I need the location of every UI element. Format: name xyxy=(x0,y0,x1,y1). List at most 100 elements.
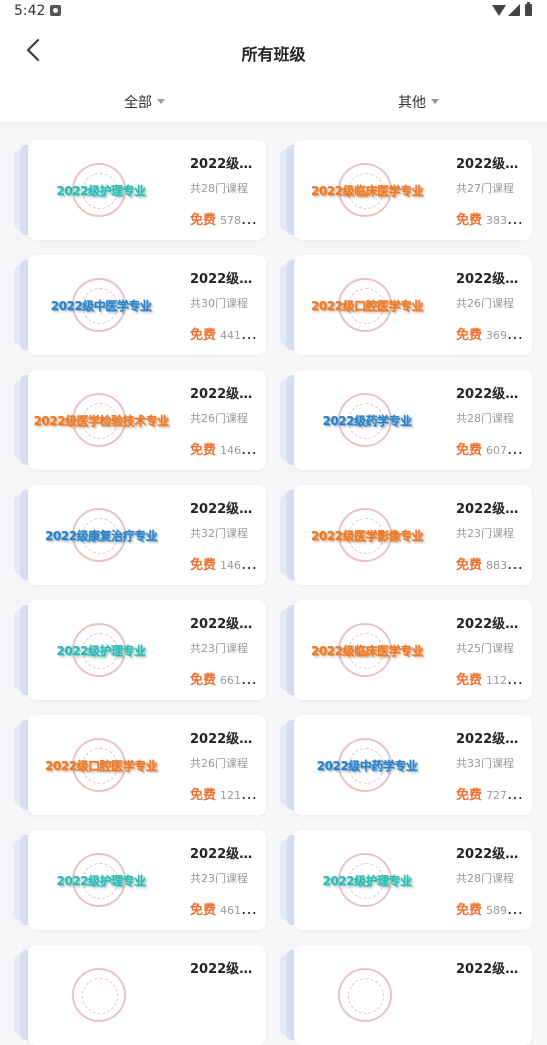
class-title[interactable]: 2022级口... xyxy=(190,728,258,747)
price-row: 免费589人... xyxy=(456,899,524,918)
class-title[interactable]: 2022级康... xyxy=(190,498,258,517)
class-card[interactable]: 2022级护理专业 2022级护... 共23门课程 免费661人... xyxy=(14,600,266,700)
class-thumbnail[interactable]: 2022级中药学专业 xyxy=(294,715,440,815)
class-thumbnail[interactable] xyxy=(294,945,440,1045)
class-info: 2022级口... 共26门课程 免费1219... xyxy=(190,728,258,803)
course-count: 共27门课程 xyxy=(456,182,514,195)
class-title[interactable]: 2022级护... xyxy=(190,153,258,172)
class-thumbnail[interactable]: 2022级口腔医学专业 xyxy=(28,715,174,815)
class-title[interactable]: 2022级医... xyxy=(456,498,524,517)
class-card[interactable]: 2022级中... xyxy=(280,945,532,1045)
card-body[interactable]: 2022级医学检验技术专业 2022级医... 共26门课程 免费1465... xyxy=(28,370,266,470)
thumbnail-title: 2022级护理专业 xyxy=(56,644,146,658)
card-body[interactable]: 2022级护理专业 2022级护... 共23门课程 免费461人... xyxy=(28,830,266,930)
class-card[interactable]: 2022级中... xyxy=(14,945,266,1045)
card-body[interactable]: 2022级护理专业 2022级护... 共28门课程 免费5786... xyxy=(28,140,266,240)
class-thumbnail[interactable]: 2022级康复治疗专业 xyxy=(28,485,174,585)
class-info: 2022级康... 共32门课程 免费1468... xyxy=(190,498,258,573)
class-thumbnail[interactable]: 2022级护理专业 xyxy=(294,830,440,930)
class-thumbnail[interactable]: 2022级护理专业 xyxy=(28,830,174,930)
class-card[interactable]: 2022级康复治疗专业 2022级康... 共32门课程 免费1468... xyxy=(14,485,266,585)
class-thumbnail[interactable]: 2022级医学影像专业 xyxy=(294,485,440,585)
filter-other-dropdown[interactable]: 其他 xyxy=(398,92,439,112)
class-card[interactable]: 2022级临床医学专业 2022级临... 共27门课程 免费3839... xyxy=(280,140,532,240)
card-body[interactable]: 2022级口腔医学专业 2022级口... 共26门课程 免费3695... xyxy=(294,255,532,355)
class-title[interactable]: 2022级中... xyxy=(456,958,524,977)
class-thumbnail[interactable]: 2022级临床医学专业 xyxy=(294,140,440,240)
class-card[interactable]: 2022级临床医学专业 2022级临... 共25门课程 免费1121... xyxy=(280,600,532,700)
price-label: 免费 xyxy=(190,328,217,343)
class-title[interactable]: 2022级护... xyxy=(456,843,524,862)
class-card[interactable]: 2022级医学影像专业 2022级医... 共23门课程 免费883人... xyxy=(280,485,532,585)
class-thumbnail[interactable]: 2022级口腔医学专业 xyxy=(294,255,440,355)
class-thumbnail[interactable]: 2022级药学专业 xyxy=(294,370,440,470)
class-thumbnail[interactable]: 2022级临床医学专业 xyxy=(294,600,440,700)
card-body[interactable]: 2022级口腔医学专业 2022级口... 共26门课程 免费1219... xyxy=(28,715,266,815)
class-title[interactable]: 2022级护... xyxy=(190,613,258,632)
thumbnail-title: 2022级口腔医学专业 xyxy=(311,299,423,313)
card-body[interactable]: 2022级中药学专业 2022级中... 共33门课程 免费727人... xyxy=(294,715,532,815)
class-card[interactable]: 2022级中医学专业 2022级中... 共30门课程 免费4411... xyxy=(14,255,266,355)
price-label: 免费 xyxy=(456,558,483,573)
class-card[interactable]: 2022级医学检验技术专业 2022级医... 共26门课程 免费1465... xyxy=(14,370,266,470)
status-time: 5:42 xyxy=(14,3,46,19)
card-body[interactable]: 2022级护理专业 2022级护... 共28门课程 免费589人... xyxy=(294,830,532,930)
learner-count: 727人... xyxy=(486,789,524,802)
card-body[interactable]: 2022级临床医学专业 2022级临... 共25门课程 免费1121... xyxy=(294,600,532,700)
class-title[interactable]: 2022级临... xyxy=(456,613,524,632)
card-body[interactable]: 2022级中医学专业 2022级中... 共30门课程 免费4411... xyxy=(28,255,266,355)
course-count: 共23门课程 xyxy=(456,527,514,540)
thumbnail-title: 2022级护理专业 xyxy=(56,184,146,198)
learner-count: 607人... xyxy=(486,444,524,457)
class-thumbnail[interactable]: 2022级护理专业 xyxy=(28,600,174,700)
card-body[interactable]: 2022级药学专业 2022级药... 共28门课程 免费607人... xyxy=(294,370,532,470)
class-title[interactable]: 2022级中... xyxy=(190,268,258,287)
card-body[interactable]: 2022级临床医学专业 2022级临... 共27门课程 免费3839... xyxy=(294,140,532,240)
class-card[interactable]: 2022级口腔医学专业 2022级口... 共26门课程 免费1219... xyxy=(14,715,266,815)
card-body[interactable]: 2022级中... xyxy=(294,945,532,1045)
class-thumbnail[interactable]: 2022级医学检验技术专业 xyxy=(28,370,174,470)
class-title[interactable]: 2022级临... xyxy=(456,153,524,172)
class-title[interactable]: 2022级中... xyxy=(456,728,524,747)
learner-count: 661人... xyxy=(220,674,258,687)
thumbnail-title: 2022级康复治疗专业 xyxy=(45,529,157,543)
class-thumbnail[interactable]: 2022级中医学专业 xyxy=(28,255,174,355)
class-card[interactable]: 2022级护理专业 2022级护... 共28门课程 免费5786... xyxy=(14,140,266,240)
class-info: 2022级口... 共26门课程 免费3695... xyxy=(456,268,524,343)
card-body[interactable]: 2022级康复治疗专业 2022级康... 共32门课程 免费1468... xyxy=(28,485,266,585)
price-row: 免费607人... xyxy=(456,439,524,458)
class-thumbnail[interactable]: 2022级护理专业 xyxy=(28,140,174,240)
learner-count: 1219... xyxy=(220,789,258,802)
class-info: 2022级护... 共28门课程 免费5786... xyxy=(190,153,258,228)
class-thumbnail[interactable] xyxy=(28,945,174,1045)
caret-down-icon xyxy=(431,98,439,104)
learner-count: 1465... xyxy=(220,444,258,457)
learner-count: 3839... xyxy=(486,214,524,227)
class-card[interactable]: 2022级药学专业 2022级药... 共28门课程 免费607人... xyxy=(280,370,532,470)
class-card[interactable]: 2022级口腔医学专业 2022级口... 共26门课程 免费3695... xyxy=(280,255,532,355)
class-title[interactable]: 2022级医... xyxy=(190,383,258,402)
price-row: 免费 1468... xyxy=(190,554,258,573)
class-info: 2022级临... 共27门课程 免费3839... xyxy=(456,153,524,228)
class-card[interactable]: 2022级护理专业 2022级护... 共23门课程 免费461人... xyxy=(14,830,266,930)
card-body[interactable]: 2022级中... xyxy=(28,945,266,1045)
price-label: 免费 xyxy=(456,328,483,343)
card-body[interactable]: 2022级医学影像专业 2022级医... 共23门课程 免费883人... xyxy=(294,485,532,585)
thumbnail-title: 2022级口腔医学专业 xyxy=(45,759,157,773)
price-row: 免费727人... xyxy=(456,784,524,803)
class-card[interactable]: 2022级中药学专业 2022级中... 共33门课程 免费727人... xyxy=(280,715,532,815)
price-row: 免费461人... xyxy=(190,899,258,918)
class-title[interactable]: 2022级护... xyxy=(190,843,258,862)
price-label: 免费 xyxy=(190,788,217,803)
top-bar: 所有班级 全部 其他 xyxy=(0,24,547,122)
class-title[interactable]: 2022级中... xyxy=(190,958,258,977)
price-row xyxy=(456,990,524,1009)
class-card[interactable]: 2022级护理专业 2022级护... 共28门课程 免费589人... xyxy=(280,830,532,930)
price-row: 免费 1121... xyxy=(456,669,524,688)
learner-count: 883人... xyxy=(486,559,524,572)
price-row: 免费661人... xyxy=(190,669,258,688)
class-title[interactable]: 2022级药... xyxy=(456,383,524,402)
class-title[interactable]: 2022级口... xyxy=(456,268,524,287)
card-body[interactable]: 2022级护理专业 2022级护... 共23门课程 免费661人... xyxy=(28,600,266,700)
filter-all-dropdown[interactable]: 全部 xyxy=(124,92,165,112)
